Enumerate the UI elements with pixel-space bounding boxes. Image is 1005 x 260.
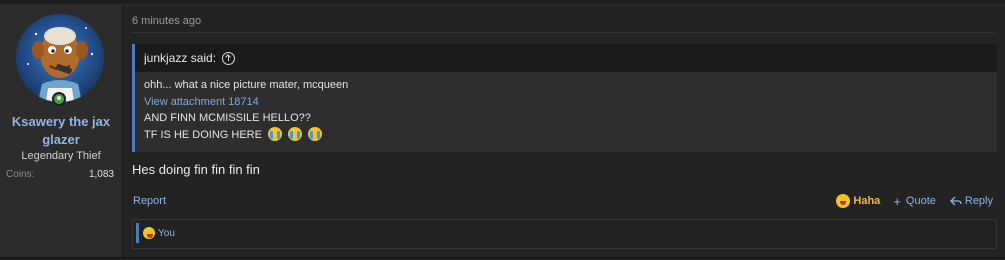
post-message: Hes doing fin fin fin fin <box>132 162 260 177</box>
post-timestamp[interactable]: 6 minutes ago <box>132 15 201 27</box>
avatar[interactable] <box>16 14 104 102</box>
coins-value: 1,083 <box>88 169 114 180</box>
quote-header[interactable]: junkjazz said: <box>135 44 997 72</box>
username[interactable]: Ksawery the jax glazer <box>0 113 122 149</box>
reactions-bar: You <box>132 219 997 249</box>
quote-label: Quote <box>905 195 936 207</box>
attachment-link[interactable]: View attachment 18714 <box>144 94 997 111</box>
haha-reaction-button[interactable]: Haha <box>836 194 880 208</box>
laughing-face-icon <box>836 194 851 208</box>
post-actions: Report Haha + Quote Reply <box>133 191 993 211</box>
online-status-icon <box>52 92 66 106</box>
quote-line-with-emoji: TF IS HE DOING HERE <box>144 126 997 144</box>
loudly-crying-face-icon <box>308 126 323 141</box>
reply-arrow-icon <box>949 196 962 206</box>
reply-label: Reply <box>964 195 993 207</box>
haha-label: Haha <box>853 195 881 207</box>
loudly-crying-face-icon <box>288 126 303 141</box>
coins-row: Coins: 1,083 <box>6 169 114 180</box>
quote-button[interactable]: + Quote <box>893 193 936 209</box>
post-main: 6 minutes ago junkjazz said: ohh... what… <box>123 5 1005 257</box>
divider <box>132 32 995 33</box>
reply-button[interactable]: Reply <box>949 195 993 207</box>
plus-icon: + <box>893 193 901 209</box>
laughing-face-icon <box>143 227 155 239</box>
reactions-users[interactable]: You <box>158 228 175 239</box>
forum-post: Ksawery the jax glazer Legendary Thief C… <box>0 4 1005 258</box>
quote-line: ohh... what a nice picture mater, mcquee… <box>144 79 349 91</box>
quote-author[interactable]: junkjazz said: <box>144 51 216 65</box>
quote-line: TF IS HE DOING HERE <box>144 128 262 141</box>
quote-line: AND FINN MCMISSILE HELLO?? <box>144 112 311 124</box>
jump-to-quote-icon[interactable] <box>222 51 236 65</box>
report-link[interactable]: Report <box>133 195 166 207</box>
coins-label: Coins: <box>6 169 35 180</box>
loudly-crying-face-icon <box>268 126 283 141</box>
quote-block: junkjazz said: ohh... what a nice pictur… <box>132 44 997 152</box>
user-panel: Ksawery the jax glazer Legendary Thief C… <box>0 5 123 257</box>
quote-body: ohh... what a nice picture mater, mcquee… <box>135 72 997 143</box>
user-title: Legendary Thief <box>21 150 101 162</box>
reactions-summary[interactable]: You <box>136 223 175 243</box>
